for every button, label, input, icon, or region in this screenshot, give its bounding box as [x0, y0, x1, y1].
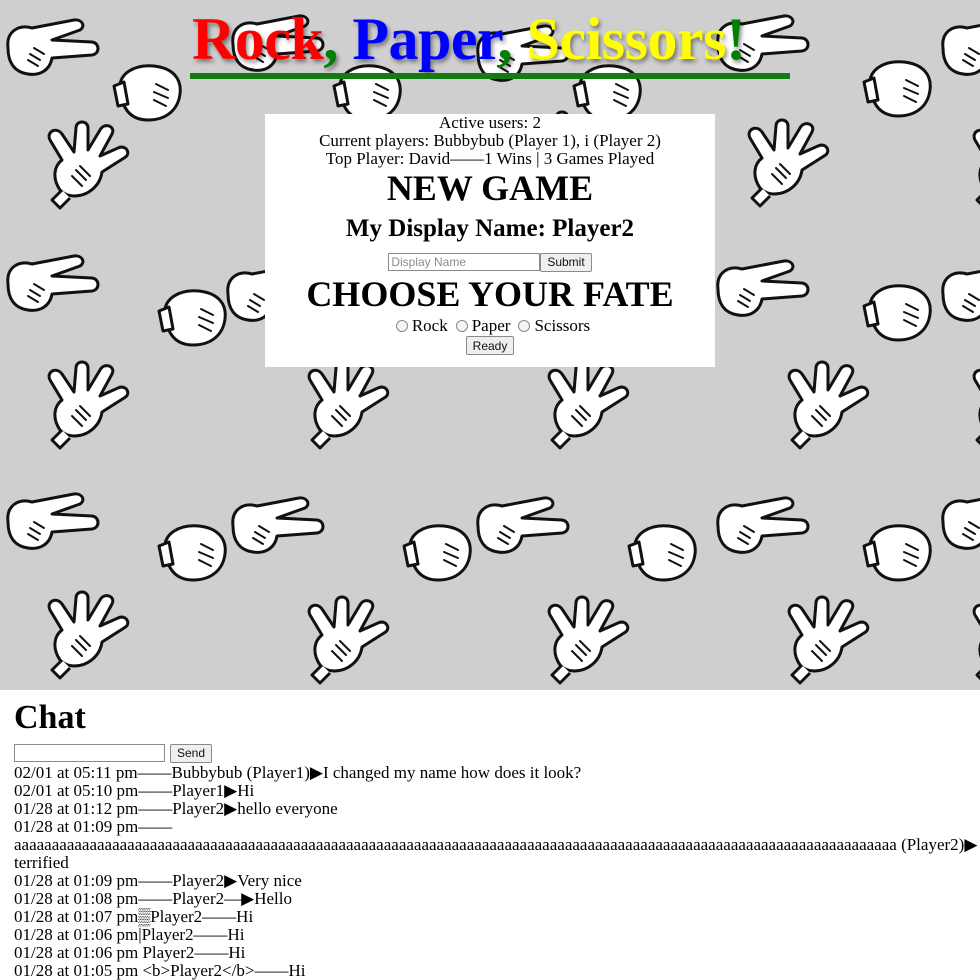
hand-gesture-icon	[972, 128, 980, 206]
send-button[interactable]: Send	[170, 743, 213, 763]
hand-gesture-icon	[862, 284, 932, 342]
title-word-paper: Paper	[352, 6, 498, 72]
active-users-text: Active users: 2	[439, 113, 541, 132]
hand-gesture-icon	[112, 64, 182, 122]
hand-gesture-icon	[747, 118, 830, 208]
hand-gesture-icon	[547, 360, 630, 450]
chat-form: Send	[14, 743, 980, 763]
hand-gesture-icon	[6, 492, 100, 550]
chat-message: 01/28 at 01:05 pm <b>Player2</b>——Hi	[14, 961, 306, 980]
hand-gesture-icon	[972, 603, 980, 681]
new-game-heading: NEW GAME	[386, 168, 594, 208]
hand-gesture-icon	[476, 496, 570, 554]
chat-message: 01/28 at 01:12 pm——Player2▶hello everyon…	[14, 799, 338, 818]
hand-gesture-icon	[787, 360, 870, 450]
scissors-label: Scissors	[534, 316, 591, 335]
choice-radio-group: Rock Paper Scissors	[265, 316, 715, 336]
title-word-scissors: Scissors	[526, 6, 727, 72]
ready-button[interactable]: Ready	[465, 336, 515, 355]
hand-gesture-icon	[862, 60, 932, 118]
hand-gesture-icon	[47, 360, 130, 450]
hand-gesture-icon	[787, 595, 870, 685]
hand-gesture-icon	[307, 360, 390, 450]
rock-label: Rock	[411, 316, 448, 335]
title-comma-2: ,	[497, 6, 527, 72]
game-panel: Active users: 2 Current players: Bubbybu…	[265, 114, 715, 367]
hand-gesture-icon	[47, 120, 130, 210]
title-comma-1: ,	[323, 6, 353, 72]
rock-radio[interactable]	[395, 320, 408, 332]
hand-gesture-icon	[307, 595, 390, 685]
chat-message: 02/01 at 05:11 pm——Bubbybub (Player1)▶I …	[14, 763, 582, 782]
current-players-text: Current players: Bubbybub (Player 1), i …	[319, 131, 661, 150]
display-name-input[interactable]	[388, 253, 541, 271]
hand-gesture-icon	[941, 269, 980, 322]
chat-message-list: 02/01 at 05:11 pm——Bubbybub (Player1)▶I …	[14, 764, 980, 980]
chat-message: aaaaaaaaaaaaaaaaaaaaaaaaaaaaaaaaaaaaaaaa…	[14, 835, 978, 872]
display-name-heading: My Display Name: Player2	[345, 215, 635, 242]
submit-button[interactable]: Submit	[540, 252, 592, 272]
chat-section: Chat Send 02/01 at 05:11 pm——Bubbybub (P…	[14, 698, 980, 980]
top-player-text: Top Player: David——1 Wins | 3 Games Play…	[325, 149, 655, 168]
hand-gesture-icon	[402, 524, 472, 582]
choose-your-fate-heading: CHOOSE YOUR FATE	[306, 274, 674, 314]
hand-gesture-icon	[941, 23, 980, 76]
paper-radio[interactable]	[455, 320, 468, 332]
hand-gesture-icon	[941, 497, 980, 550]
chat-message: 01/28 at 01:07 pm▒Player2——Hi	[14, 907, 254, 926]
chat-message: 01/28 at 01:06 pm Player2——Hi	[14, 943, 246, 962]
hand-gesture-icon	[231, 496, 325, 554]
page-title: Rock, Paper, Scissors!	[192, 4, 792, 74]
title-exclamation: !	[725, 6, 746, 72]
hand-gesture-icon	[627, 524, 697, 582]
chat-message: 02/01 at 05:10 pm——Player1▶Hi	[14, 781, 255, 800]
hand-gesture-icon	[862, 524, 932, 582]
hand-gesture-icon	[716, 496, 810, 554]
hand-gesture-icon	[47, 590, 130, 680]
chat-message: 01/28 at 01:08 pm——Player2—▶Hello	[14, 889, 292, 908]
scissors-radio[interactable]	[518, 320, 531, 332]
title-underline	[190, 73, 790, 79]
chat-heading: Chat	[14, 699, 86, 736]
hand-gesture-icon	[972, 368, 980, 446]
hand-gesture-icon	[547, 595, 630, 685]
chat-message: 01/28 at 01:09 pm——Player2▶Very nice	[14, 871, 302, 890]
title-word-rock: Rock	[192, 6, 324, 72]
hand-gesture-icon	[6, 18, 100, 76]
chat-message: 01/28 at 01:06 pm|Player2——Hi	[14, 925, 245, 944]
chat-message-input[interactable]	[14, 744, 165, 762]
hand-gesture-icon	[6, 254, 100, 312]
chat-message: 01/28 at 01:09 pm——	[14, 817, 173, 836]
game-area: Rock, Paper, Scissors! Active users: 2 C…	[0, 0, 980, 690]
hand-gesture-icon	[716, 259, 810, 317]
display-name-form: Submit	[265, 252, 715, 272]
hand-gesture-icon	[157, 524, 227, 582]
paper-label: Paper	[471, 316, 511, 335]
